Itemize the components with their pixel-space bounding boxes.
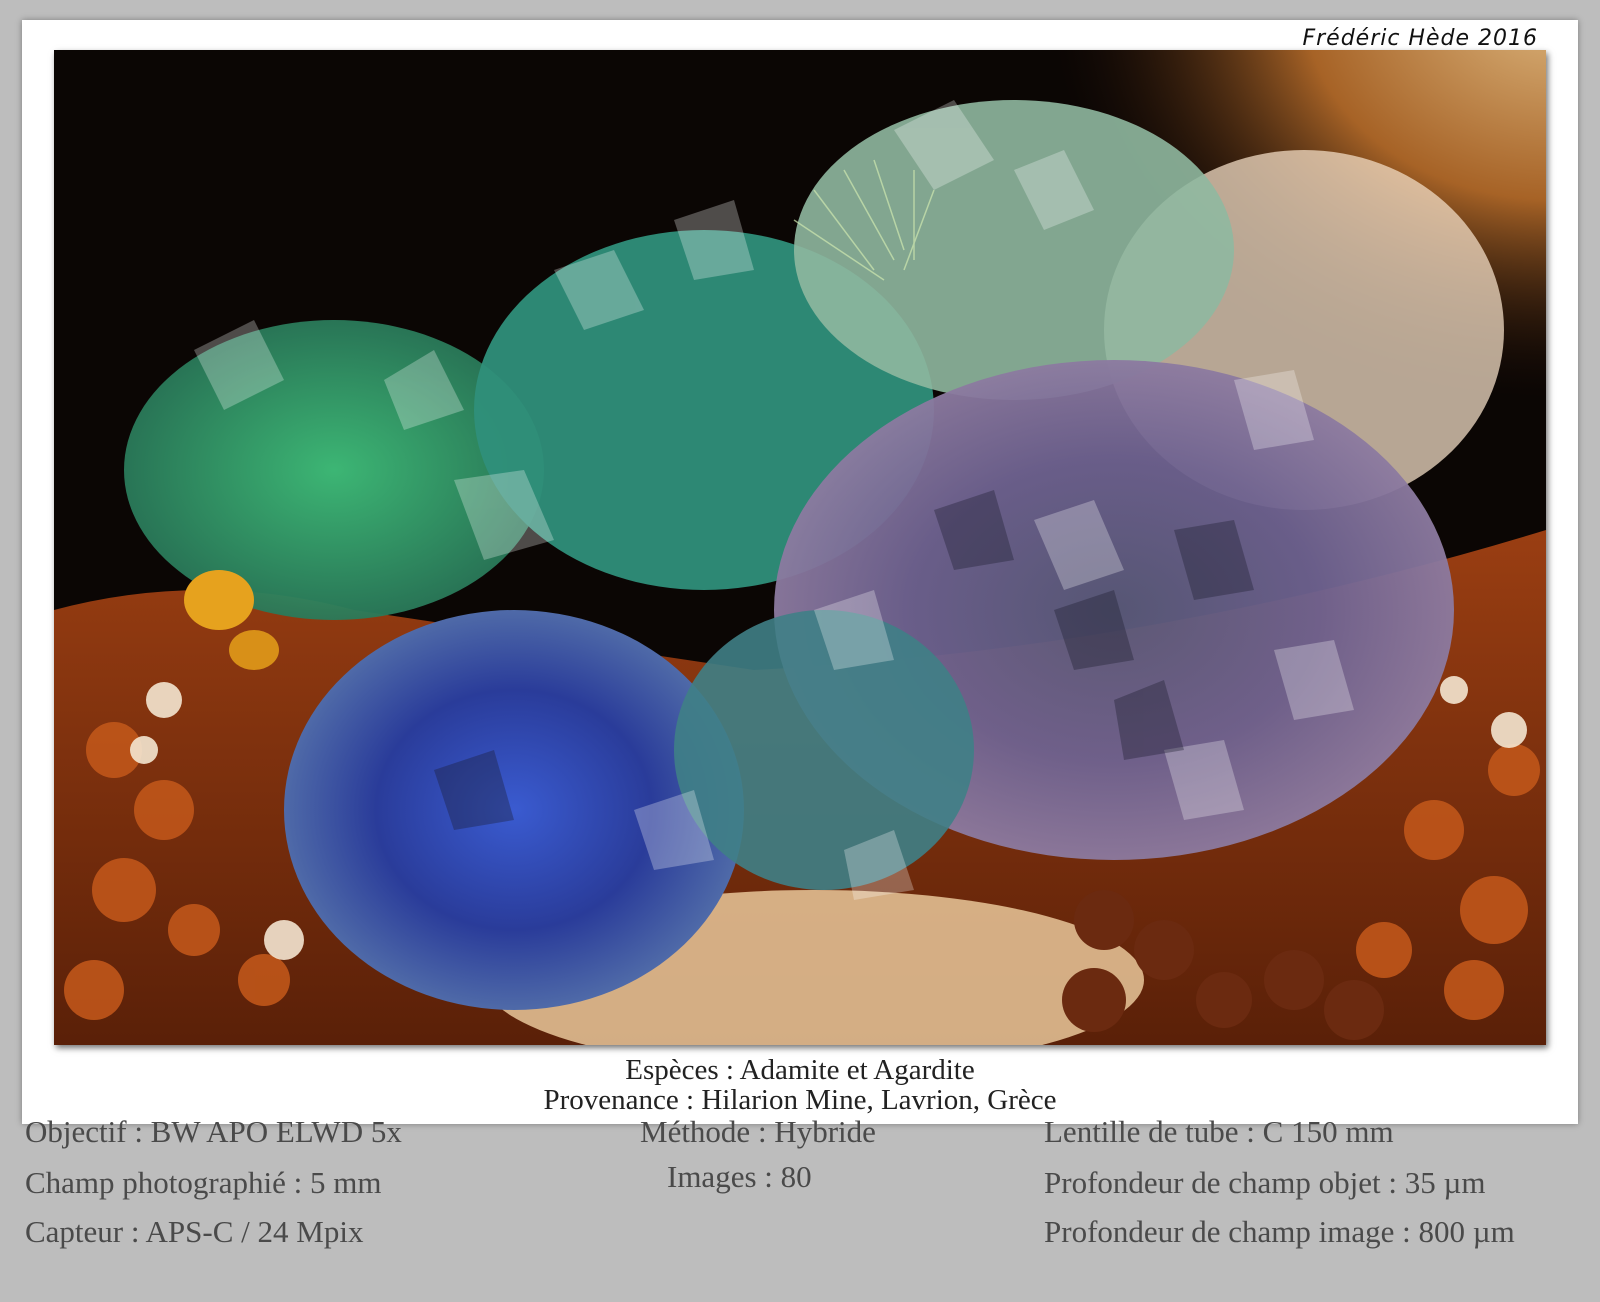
photographer-credit: Frédéric Hède 2016 xyxy=(1302,26,1538,51)
mineral-illustration xyxy=(54,50,1546,1045)
mineral-photograph xyxy=(54,50,1546,1045)
provenance-caption: Provenance : Hilarion Mine, Lavrion, Grè… xyxy=(543,1084,1057,1116)
capteur-label: Capteur : APS-C / 24 Mpix xyxy=(25,1214,364,1249)
page: Frédéric Hède 2016 Espèces: Adamite et … xyxy=(0,0,1600,1302)
species-caption: Espèces : Adamite et Agardite xyxy=(625,1054,975,1086)
objectif-label: Objectif : BW APO ELWD 5x xyxy=(25,1114,402,1149)
lentille-label: Lentille de tube : C 150 mm xyxy=(1044,1114,1394,1149)
profondeur-image-label: Profondeur de champ image : 800 µm xyxy=(1044,1214,1515,1249)
methode-label: Méthode : Hybride xyxy=(640,1114,876,1149)
profondeur-objet-label: Profondeur de champ objet : 35 µm xyxy=(1044,1165,1486,1200)
champ-label: Champ photographié : 5 mm xyxy=(25,1165,382,1200)
images-label: Images : 80 xyxy=(667,1159,812,1194)
